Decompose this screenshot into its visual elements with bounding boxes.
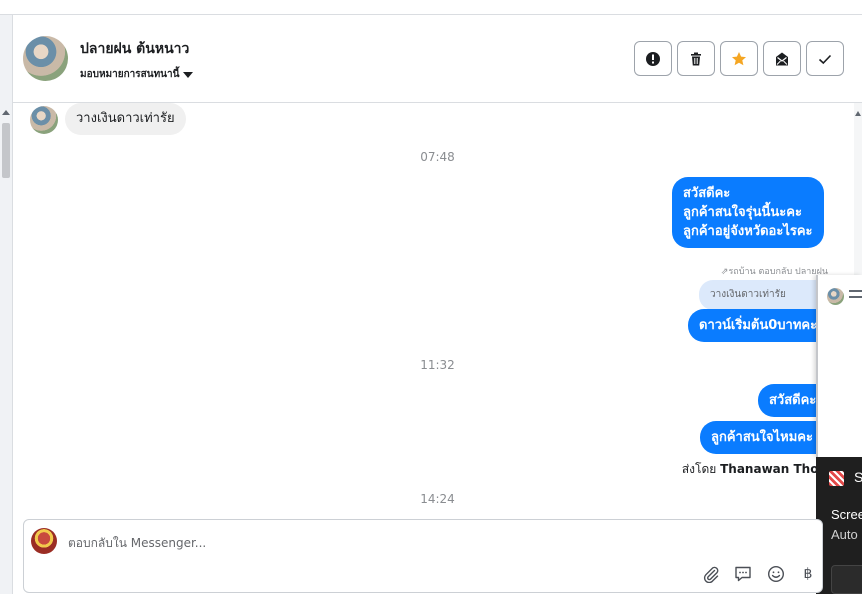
reply-input[interactable] <box>68 532 668 554</box>
message-line: สวัสดีคะ <box>683 186 731 201</box>
envelope-icon <box>776 52 788 65</box>
notification-app-name: S <box>854 469 862 485</box>
contact-name[interactable]: ปลายฝน ต้นหนาว <box>80 38 189 60</box>
payment-button[interactable]: ฿ <box>798 564 818 584</box>
caret-down-icon <box>183 71 194 78</box>
exclamation-icon <box>646 51 660 66</box>
messenger-inbox-window: ปลายฝน ต้นหนาว มอบหมายการสนทนานี้ วางเงิ… <box>0 0 862 594</box>
outgoing-message[interactable]: สวัสดีคะ ลูกค้าสนใจรุ่นนี้นะคะ ลูกค้าอยู… <box>672 177 824 248</box>
timestamp: 14:24 <box>420 492 455 506</box>
notification-action-button[interactable] <box>831 565 862 594</box>
paperclip-icon <box>703 566 719 583</box>
contact-avatar[interactable] <box>23 36 68 81</box>
notification-body: Auto <box>831 527 858 542</box>
emoji-button[interactable] <box>766 564 786 584</box>
conversation-list-edge <box>0 15 13 594</box>
message-thread[interactable]: วางเงินดาวเท่ารัย 07:48 สวัสดีคะ ลูกค้าส… <box>13 103 862 519</box>
timestamp: 07:48 <box>420 150 455 164</box>
conversation-header: ปลายฝน ต้นหนาว มอบหมายการสนทนานี้ <box>13 15 862 103</box>
delete-button[interactable] <box>677 41 715 76</box>
mark-unread-button[interactable] <box>763 41 801 76</box>
message-composer: ฿ <box>23 519 823 593</box>
assign-conversation-dropdown[interactable]: มอบหมายการสนทนานี้ <box>80 67 194 82</box>
incoming-message[interactable]: วางเงินดาวเท่ารัย <box>65 103 186 135</box>
sender-avatar <box>30 106 58 134</box>
emoji-icon <box>767 565 785 583</box>
message-line: ลูกค้าอยู่จังหวัดอะไรคะ <box>683 224 813 239</box>
preview-text-lines <box>849 290 862 302</box>
message-line: ลูกค้าสนใจรุ่นนี้นะคะ <box>683 205 802 220</box>
saved-replies-button[interactable] <box>733 564 753 584</box>
quoted-message[interactable]: วางเงินดาวเท่ารัย <box>699 280 829 310</box>
speech-bubble-icon <box>735 566 751 582</box>
reply-indicator: ⇗รถบ้าน ตอบกลับ ปลายฝน <box>720 267 828 277</box>
mini-avatar <box>827 288 844 305</box>
star-icon <box>732 51 746 65</box>
alert-button[interactable] <box>634 41 672 76</box>
star-button[interactable] <box>720 41 758 76</box>
trash-icon <box>691 52 701 65</box>
timestamp: 11:32 <box>420 358 455 372</box>
top-toolbar-strip <box>0 0 862 15</box>
sent-by-label: ส่งโดย Thanawan Thon <box>682 460 827 479</box>
checkmark-icon <box>818 54 832 64</box>
notification-title: Scree <box>831 507 862 522</box>
list-scrollbar[interactable] <box>2 123 10 178</box>
baht-icon: ฿ <box>803 566 813 582</box>
sent-by-prefix: ส่งโดย <box>681 462 717 476</box>
assign-label: มอบหมายการสนทนานี้ <box>80 69 180 80</box>
sent-by-name: Thanawan Thon <box>720 462 827 476</box>
mark-done-button[interactable] <box>806 41 844 76</box>
scroll-up-icon[interactable] <box>2 110 10 115</box>
snipping-tool-icon <box>829 471 844 486</box>
conversation-preview-popup[interactable] <box>816 275 862 457</box>
attach-button[interactable] <box>701 564 721 584</box>
page-avatar <box>31 528 57 554</box>
scroll-up-icon[interactable] <box>855 111 861 116</box>
